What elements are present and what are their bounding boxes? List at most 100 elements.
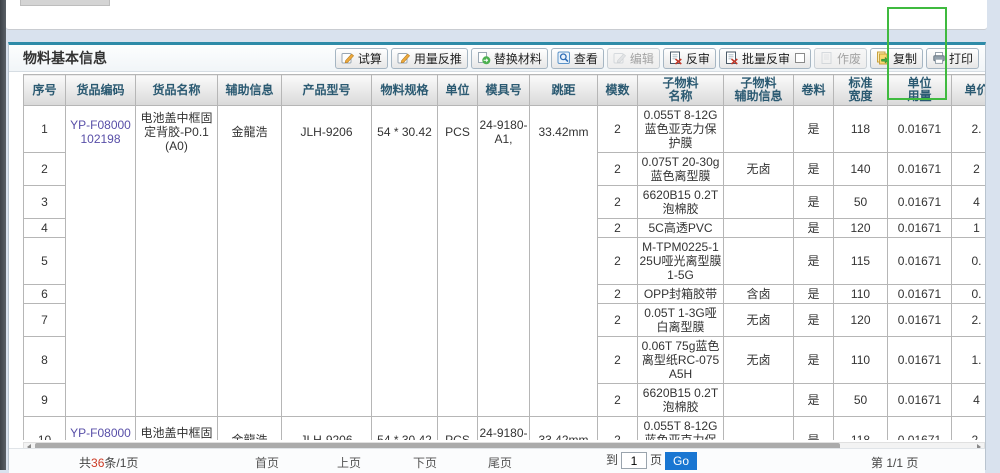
cell-sub-material-name: 0.06T 75g蓝色离型纸RC-075A5H <box>638 337 724 384</box>
panel-header: 物料基本信息 试算用量反推替换材料查看编辑反审批量反审作废复制打印 <box>9 45 985 72</box>
cell-unit-usage: 0.01671 <box>888 186 952 219</box>
cell-material-spec: 54 * 30.42 <box>372 106 438 417</box>
cell-mold-count: 2 <box>598 186 638 219</box>
cell-roll-flag: 是 <box>794 304 834 337</box>
cell-seq: 6 <box>24 285 66 304</box>
usage-backcalc-button[interactable]: 用量反推 <box>391 48 468 69</box>
goto-page-group: 到 页Go <box>606 451 697 470</box>
cell-roll-flag: 是 <box>794 285 834 304</box>
cell-seq: 7 <box>24 304 66 337</box>
cell-unit-usage: 0.01671 <box>888 219 952 238</box>
column-header: 子物料 名称 <box>638 75 724 106</box>
void-icon <box>820 51 834 65</box>
cell-item-name-text: 电池盖中框固定背胶 <box>140 426 212 440</box>
materials-table-wrap: 序号货品编码货品名称辅助信息产品型号物料规格单位模具号跳距模数子物料 名称子物料… <box>23 74 985 440</box>
cell-unit-price: 0. <box>952 285 986 304</box>
prev-page-link[interactable]: 上页 <box>337 454 361 471</box>
table-header-row: 序号货品编码货品名称辅助信息产品型号物料规格单位模具号跳距模数子物料 名称子物料… <box>24 75 986 106</box>
cell-unit-price: 2. <box>952 106 986 153</box>
cell-unit-price: 1 <box>952 219 986 238</box>
cell-pitch-text: 33.42mm <box>538 125 588 139</box>
print-button[interactable]: 打印 <box>926 48 979 69</box>
goto-prefix-label: 到 <box>606 453 618 467</box>
materials-table: 序号货品编码货品名称辅助信息产品型号物料规格单位模具号跳距模数子物料 名称子物料… <box>23 74 985 440</box>
toolbar-button-label: 查看 <box>574 50 598 67</box>
cell-item-name: 电池盖中框固定背胶 <box>136 417 218 441</box>
print-icon <box>932 51 946 65</box>
toolbar-button-label: 编辑 <box>630 50 654 67</box>
cell-sub-material-name: 6620B15 0.2T泡棉胶 <box>638 384 724 417</box>
record-count: 共36条/1页 <box>79 454 138 471</box>
cell-mold-number: 24-9180-A1, <box>478 417 530 441</box>
cell-product-model-text: JLH-9206 <box>300 125 352 139</box>
column-header: 货品编码 <box>66 75 136 106</box>
copy-icon <box>876 51 890 65</box>
go-button[interactable]: Go <box>665 452 697 470</box>
batch-audit-checkbox[interactable] <box>795 53 805 63</box>
view-button[interactable]: 查看 <box>551 48 604 69</box>
cell-mold-number-text: 24-9180-A1, <box>479 118 528 146</box>
replace-material-button[interactable]: 替换材料 <box>471 48 548 69</box>
cell-roll-flag: 是 <box>794 337 834 384</box>
toolbar-button-label: 作废 <box>837 50 861 67</box>
column-header: 子物料 辅助信息 <box>724 75 794 106</box>
first-page-link[interactable]: 首页 <box>255 454 279 471</box>
cell-pitch: 33.42mm <box>530 106 598 417</box>
column-header: 卷料 <box>794 75 834 106</box>
trial-calc-button[interactable]: 试算 <box>335 48 388 69</box>
cell-material-spec-text: 54 * 30.42 <box>377 433 432 440</box>
batch-reverse-audit-button[interactable]: 批量反审 <box>719 48 811 69</box>
cell-unit-usage: 0.01671 <box>888 337 952 384</box>
column-header: 模具号 <box>478 75 530 106</box>
cell-product-model: JLH-9206 <box>282 106 372 417</box>
last-page-link[interactable]: 尾页 <box>488 454 512 471</box>
page-number-input[interactable] <box>621 452 647 469</box>
cell-standard-width: 50 <box>834 186 888 219</box>
cell-aux-info-text: 金龍浩 <box>231 433 267 440</box>
table-row: 10YP-F08000102213电池盖中框固定背胶金龍浩JLH-920654 … <box>24 417 986 441</box>
cell-unit-price: 2 <box>952 153 986 186</box>
column-header: 单位 <box>438 75 478 106</box>
cell-aux-info-text: 金龍浩 <box>231 125 267 139</box>
cell-standard-width: 110 <box>834 337 888 384</box>
cell-roll-flag: 是 <box>794 186 834 219</box>
reverse-audit-button[interactable]: 反审 <box>663 48 716 69</box>
cell-product-model: JLH-9206 <box>282 417 372 441</box>
cell-sub-material-name: 0.05T 1-3G哑白离型膜 <box>638 304 724 337</box>
audit-icon <box>725 51 739 65</box>
cell-unit-usage: 0.01671 <box>888 285 952 304</box>
column-header: 货品名称 <box>136 75 218 106</box>
copy-button[interactable]: 复制 <box>870 48 923 69</box>
toolbar-button-label: 复制 <box>893 50 917 67</box>
cell-sub-material-name: 0.055T 8-12G蓝色亚克力保护膜 <box>638 106 724 153</box>
cell-roll-flag: 是 <box>794 417 834 441</box>
cell-seq: 3 <box>24 186 66 219</box>
cell-unit-usage: 0.01671 <box>888 304 952 337</box>
pencil-icon <box>397 51 411 65</box>
void-button: 作废 <box>814 48 867 69</box>
cell-standard-width: 50 <box>834 384 888 417</box>
column-header: 产品型号 <box>282 75 372 106</box>
cell-roll-flag: 是 <box>794 153 834 186</box>
cell-item-name-text: 电池盖中框固定背胶-P0.1 (A0) <box>137 111 216 153</box>
cell-standard-width: 140 <box>834 153 888 186</box>
cell-sub-material-name: 5C高透PVC <box>638 219 724 238</box>
audit-icon <box>669 51 683 65</box>
cell-roll-flag: 是 <box>794 384 834 417</box>
cell-mold-count: 2 <box>598 417 638 441</box>
next-page-link[interactable]: 下页 <box>413 454 437 471</box>
goto-suffix-label: 页 <box>650 453 662 467</box>
column-header: 单位 用量 <box>888 75 952 106</box>
cell-roll-flag: 是 <box>794 219 834 238</box>
cell-mold-number: 24-9180-A1, <box>478 106 530 417</box>
cell-unit-usage: 0.01671 <box>888 238 952 285</box>
cell-sub-material-name: M-TPM0225-1 25U哑光离型膜1-5G <box>638 238 724 285</box>
cell-unit-text: PCS <box>445 125 470 139</box>
cell-material-spec-text: 54 * 30.42 <box>377 125 432 139</box>
pencil-icon <box>341 51 355 65</box>
cell-sub-material-aux <box>724 238 794 285</box>
cell-seq: 5 <box>24 238 66 285</box>
item-code-link[interactable]: YP-F08000102213 <box>70 426 131 440</box>
toolbar-button-label: 打印 <box>949 50 973 67</box>
item-code-link[interactable]: YP-F08000102198 <box>67 118 134 146</box>
